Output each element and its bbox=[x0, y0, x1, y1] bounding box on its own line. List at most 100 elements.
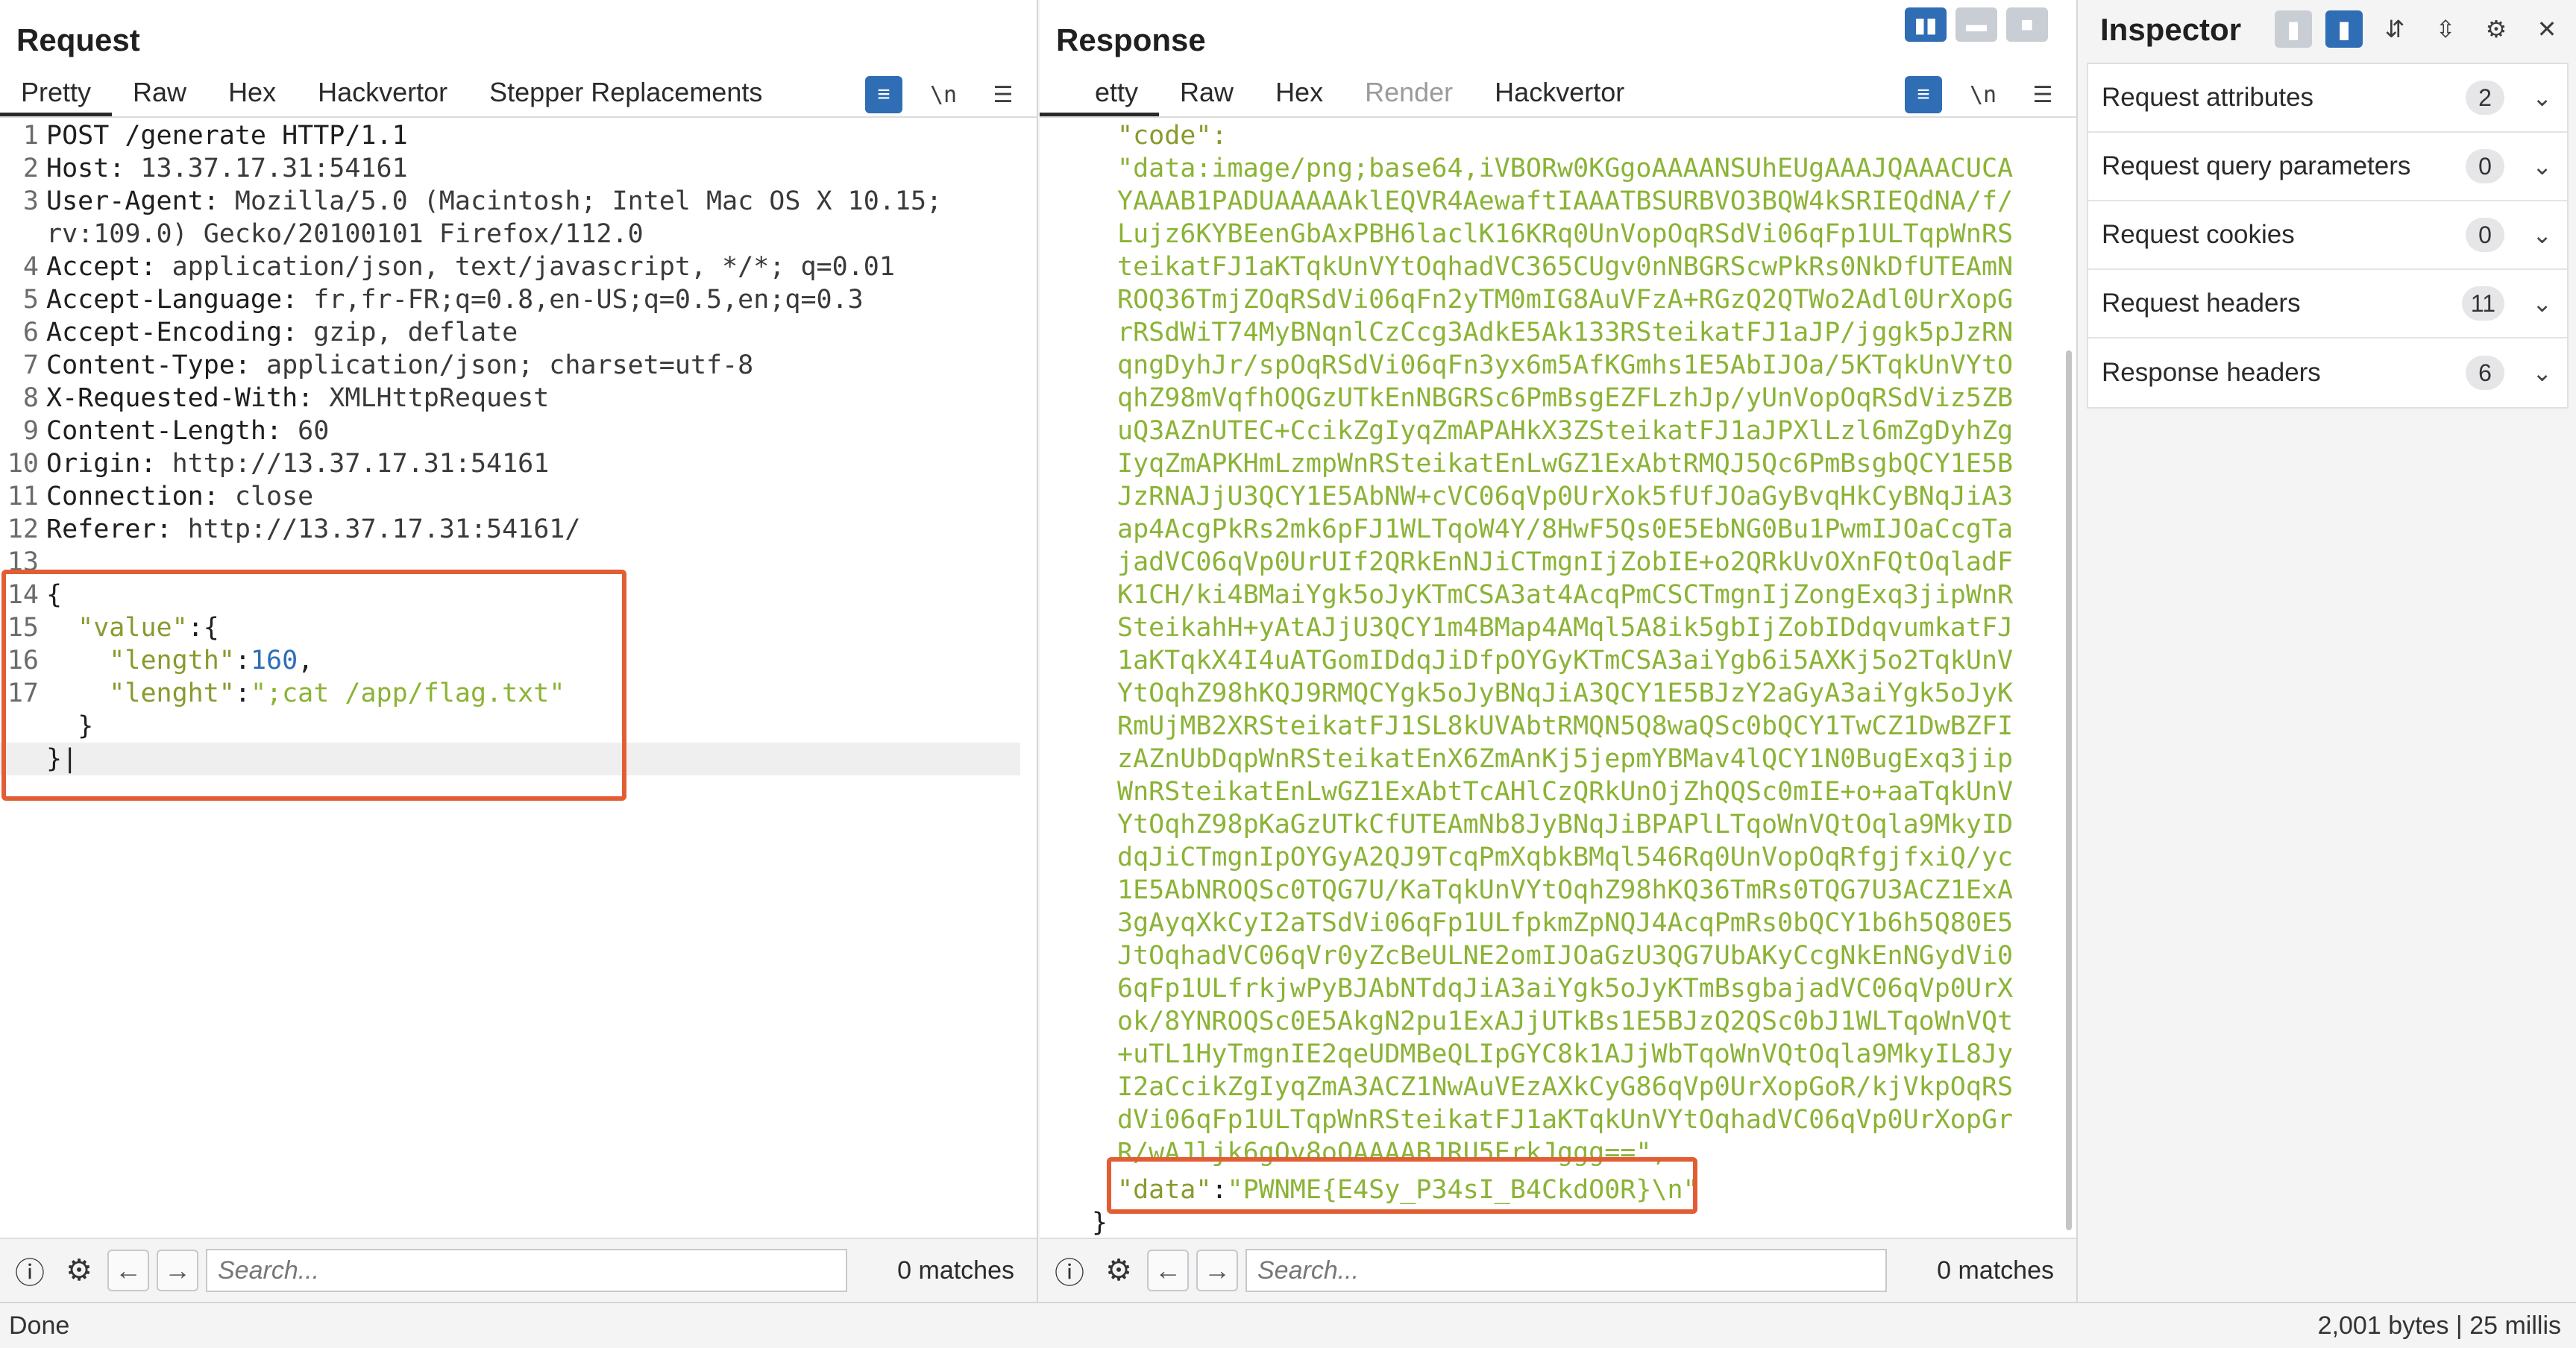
code-line: 9 Content-Length: 60 bbox=[0, 415, 1037, 447]
tab-pretty[interactable]: Pretty bbox=[0, 73, 113, 116]
code-line: rv:109.0) Gecko/20100101 Firefox/112.0 bbox=[0, 218, 1037, 251]
base64-chunk: I2aCcikZgIyqZmA3ACZ1NwAuVEzAXkCyG86qVp0U… bbox=[1117, 1072, 2014, 1102]
gear-icon[interactable]: ⚙ bbox=[58, 1250, 100, 1291]
json-key: "code": bbox=[1117, 121, 1228, 151]
newline-icon[interactable]: \n bbox=[925, 76, 962, 113]
tab-raw[interactable]: Raw bbox=[112, 73, 207, 116]
tab-hex[interactable]: Hex bbox=[207, 73, 297, 116]
code-line: rRSdWiT74MyBNqnlCzCcg3AdkE5Ak133RSteikat… bbox=[1040, 316, 2076, 349]
tab-hackvertor[interactable]: Hackvertor bbox=[297, 73, 468, 116]
menu-icon[interactable]: ☰ bbox=[2024, 76, 2061, 113]
header-value: 13.37.17.31:54161 bbox=[125, 154, 408, 183]
inspector-row-request-attributes[interactable]: Request attributes 2 ⌄ bbox=[2088, 64, 2567, 133]
response-size-timing: 2,001 bytes | 25 millis bbox=[2317, 1311, 2561, 1340]
response-tabs: etty Raw Hex Render Hackvertor ≡ \n ☰ bbox=[1040, 73, 2076, 116]
base64-chunk: +uTL1HyTmgnIE2qeUDMBeQLIpGYC8k1AJjWbTqoW… bbox=[1117, 1039, 2014, 1069]
inspector-title: Inspector bbox=[2100, 12, 2242, 47]
header-name: Referer: bbox=[46, 514, 172, 544]
code-line: 8 X-Requested-With: XMLHttpRequest bbox=[0, 382, 1037, 415]
search-input[interactable] bbox=[206, 1249, 847, 1292]
settings-icon[interactable]: ⚙ bbox=[2478, 10, 2515, 48]
match-count: 0 matches bbox=[897, 1256, 1014, 1285]
inspector-row-response-headers[interactable]: Response headers 6 ⌄ bbox=[2088, 338, 2567, 407]
inspector-row-request-headers[interactable]: Request headers 11 ⌄ bbox=[2088, 270, 2567, 338]
code-line: qhZ98mVqfhOQGzUTkEnNBGRSc6PmBsgEZFLzhJp/… bbox=[1040, 382, 2076, 415]
inspector-row-request-query-parameters[interactable]: Request query parameters 0 ⌄ bbox=[2088, 133, 2567, 201]
line-number: 2 bbox=[22, 154, 39, 183]
request-title: Request bbox=[16, 22, 140, 57]
code-line: YtOqhZ98pKaGzUTkCfUTEAmNb8JyBNqJiBPAPlLT… bbox=[1040, 808, 2076, 841]
prev-match-button[interactable]: ← bbox=[1147, 1250, 1189, 1291]
header-name: Content-Length: bbox=[46, 416, 283, 446]
layout-tabs-icon[interactable]: ■ bbox=[2006, 7, 2048, 42]
wrap-lines-icon[interactable]: ≡ bbox=[1905, 76, 1942, 113]
help-icon[interactable]: ⓘ bbox=[9, 1250, 51, 1291]
inspector-row-label: Request headers bbox=[2102, 289, 2301, 318]
request-tabs: Pretty Raw Hex Hackvertor Stepper Replac… bbox=[0, 73, 1037, 116]
line-number: 9 bbox=[22, 416, 39, 446]
response-scrollbar[interactable] bbox=[2066, 350, 2072, 1230]
code-line: Lujz6KYBEenGbAxPBH6laclK16KRq0UnVopOqRSd… bbox=[1040, 218, 2076, 251]
inspector-pane: Inspector ▮ ▮ ⇵ ⇳ ⚙ ✕ Request attributes… bbox=[2079, 0, 2576, 1302]
gear-icon[interactable]: ⚙ bbox=[1098, 1250, 1140, 1291]
code-line: 2 Host: 13.37.17.31:54161 bbox=[0, 152, 1037, 185]
response-editor[interactable]: "code": "data:image/png;base64,iVBORw0KGg… bbox=[1040, 119, 2076, 1238]
header-value: http://13.37.17.31:54161 bbox=[156, 449, 550, 479]
base64-chunk: WnRSteikatEnLwGZ1ExAbtTcAHlCzQRkUnOjZhQQ… bbox=[1117, 777, 2014, 807]
code-line: JtOqhadVC06qVr0yZcBeULNE2omIJOaGzU3QG7Ub… bbox=[1040, 939, 2076, 972]
next-match-button[interactable]: → bbox=[157, 1250, 198, 1291]
match-count: 0 matches bbox=[1937, 1256, 2054, 1285]
base64-chunk: JzRNAJjU3QCY1E5AbNW+cVC06qVp0UrXok5fUfJO… bbox=[1117, 482, 2014, 511]
chevron-down-icon[interactable]: ⌄ bbox=[2532, 221, 2552, 249]
tab-raw[interactable]: Raw bbox=[1159, 73, 1254, 116]
inspector-row-request-cookies[interactable]: Request cookies 0 ⌄ bbox=[2088, 201, 2567, 270]
menu-icon[interactable]: ☰ bbox=[984, 76, 1022, 113]
base64-chunk: IyqZmAPKHmLzmpWnRSteikatEnLwGZ1ExAbtRMQJ… bbox=[1117, 449, 2014, 479]
tab-hex[interactable]: Hex bbox=[1254, 73, 1344, 116]
header-value: http://13.37.17.31:54161/ bbox=[172, 514, 581, 544]
request-body-highlight bbox=[1, 570, 626, 801]
tab-pretty[interactable]: etty bbox=[1040, 73, 1160, 116]
help-icon[interactable]: ⓘ bbox=[1049, 1250, 1090, 1291]
base64-chunk: qhZ98mVqfhOQGzUTkEnNBGRSc6PmBsgEZFLzhJp/… bbox=[1117, 383, 2014, 413]
layout-left-icon[interactable]: ▮ bbox=[2275, 10, 2312, 48]
tab-hackvertor[interactable]: Hackvertor bbox=[1474, 73, 1645, 116]
next-match-button[interactable]: → bbox=[1196, 1250, 1238, 1291]
tab-render[interactable]: Render bbox=[1344, 73, 1474, 116]
chevron-down-icon[interactable]: ⌄ bbox=[2532, 359, 2552, 387]
count-badge: 11 bbox=[2461, 286, 2504, 321]
line-number: 6 bbox=[22, 318, 39, 347]
chevron-down-icon[interactable]: ⌄ bbox=[2532, 152, 2552, 180]
newline-icon[interactable]: \n bbox=[1964, 76, 2002, 113]
json-token: } bbox=[1092, 1208, 1108, 1238]
code-line: uQ3AZnUTEC+CcikZgIyqZmAPAHkX3ZSteikatFJ1… bbox=[1040, 415, 2076, 447]
layout-side-by-side-icon[interactable]: ▮▮ bbox=[1905, 7, 1947, 42]
collapse-all-icon[interactable]: ⇳ bbox=[2427, 10, 2464, 48]
code-line: "code": bbox=[1040, 119, 2076, 152]
chevron-down-icon[interactable]: ⌄ bbox=[2532, 84, 2552, 112]
code-line: 11 Connection: close bbox=[0, 480, 1037, 513]
chevron-down-icon[interactable]: ⌄ bbox=[2532, 289, 2552, 318]
code-line: I2aCcikZgIyqZmA3ACZ1NwAuVEzAXkCyG86qVp0U… bbox=[1040, 1071, 2076, 1103]
base64-chunk: YtOqhZ98pKaGzUTkCfUTEAmNb8JyBNqJiBPAPlLT… bbox=[1117, 810, 2014, 840]
search-input[interactable] bbox=[1245, 1249, 1887, 1292]
wrap-lines-icon[interactable]: ≡ bbox=[865, 76, 902, 113]
prev-match-button[interactable]: ← bbox=[107, 1250, 149, 1291]
inspector-row-label: Request query parameters bbox=[2102, 151, 2411, 180]
code-line: ROQ36TmjZOqRSdVi06qFn2yTM0mIG8AuVFzA+RGz… bbox=[1040, 283, 2076, 316]
expand-all-icon[interactable]: ⇵ bbox=[2376, 10, 2413, 48]
code-line: RmUjMB2XRSteikatFJ1SL8kUVAbtRMQN5Q8waQSc… bbox=[1040, 710, 2076, 743]
base64-chunk: 1E5AbNROQSc0TQG7U/KaTqkUnVYtOqhZ98hKQ36T… bbox=[1117, 875, 2014, 905]
close-icon[interactable]: ✕ bbox=[2528, 10, 2566, 48]
code-line: YAAAB1PADUAAAAAklEQVR4AewaftIAAATBSURBVO… bbox=[1040, 185, 2076, 218]
code-line: jadVC06qVp0UrUIf2QRkEnNJiCTmgnIjZobIE+o2… bbox=[1040, 546, 2076, 579]
header-value: Mozilla/5.0 (Macintosh; Intel Mac OS X 1… bbox=[219, 186, 943, 216]
response-pane: Response ▮▮ ▬ ■ etty Raw Hex Render Hack… bbox=[1040, 0, 2078, 1302]
header-value: application/json, text/javascript, */*; … bbox=[156, 252, 895, 282]
layout-stacked-icon[interactable]: ▬ bbox=[1955, 7, 1997, 42]
layout-right-icon[interactable]: ▮ bbox=[2325, 10, 2363, 48]
header-value: gzip, deflate bbox=[298, 318, 518, 347]
tab-stepper-replacements[interactable]: Stepper Replacements bbox=[468, 73, 783, 116]
header-name: Origin: bbox=[46, 449, 157, 479]
line-number: 8 bbox=[22, 383, 39, 413]
